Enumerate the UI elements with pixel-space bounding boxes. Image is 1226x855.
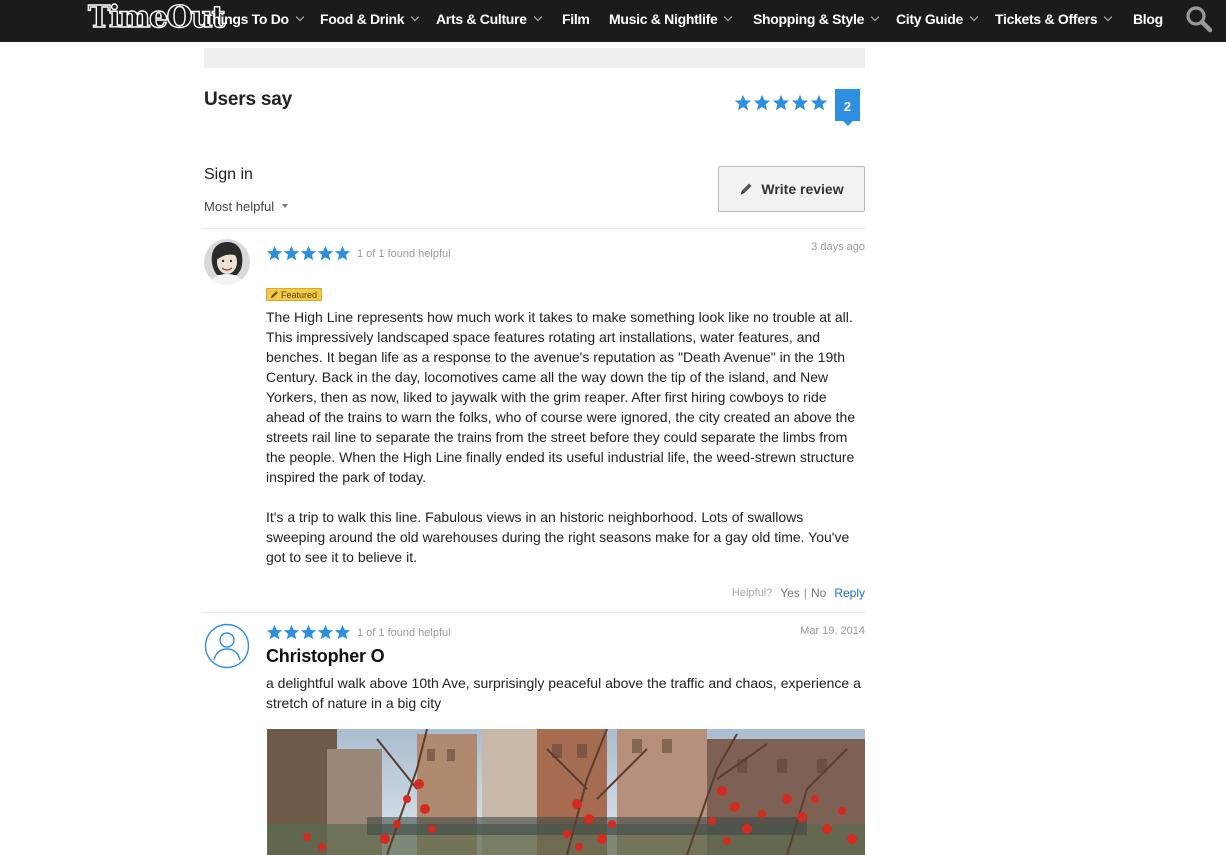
helpful-actions: Helpful? Yes | No Reply <box>732 586 865 600</box>
review-photo[interactable] <box>267 729 865 855</box>
review-rating-stars <box>266 245 351 262</box>
review-paragraph: The High Line represents how much work i… <box>266 309 856 485</box>
star-icon <box>772 94 790 111</box>
chevron-down-icon <box>724 12 733 22</box>
star-icon <box>266 624 283 640</box>
section-heading: Users say <box>204 89 292 110</box>
pencil-icon <box>270 291 278 299</box>
review-body: The High Line represents how much work i… <box>266 307 863 567</box>
star-icon <box>791 94 809 111</box>
overall-rating-stars <box>734 94 828 112</box>
user-photo <box>204 239 250 285</box>
sign-in-link[interactable]: Sign in <box>204 166 253 184</box>
star-icon <box>317 245 334 261</box>
star-icon <box>753 94 771 111</box>
star-icon <box>810 94 828 111</box>
nav-label: Blog <box>1133 11 1163 27</box>
sort-dropdown[interactable]: Most helpful <box>204 199 289 214</box>
chevron-down-icon <box>969 12 979 22</box>
review-body: a delightful walk above 10th Ave, surpri… <box>266 673 863 713</box>
nav-label: Tickets & Offers <box>995 11 1098 27</box>
chevron-down-icon <box>411 12 420 22</box>
nav-label: Things To Do <box>204 11 289 27</box>
review-rating-stars <box>266 624 351 641</box>
nav-label: Arts & Culture <box>436 11 527 27</box>
divider <box>204 228 865 229</box>
star-icon <box>283 245 300 261</box>
nav-item-food-drink[interactable]: Food & Drink <box>320 0 420 38</box>
separator: | <box>803 586 807 600</box>
star-icon <box>300 245 317 261</box>
nav-item-music-nightlife[interactable]: Music & Nightlife <box>609 0 733 38</box>
default-user-icon <box>204 623 250 669</box>
star-icon <box>734 94 752 111</box>
divider <box>204 612 865 613</box>
star-icon <box>334 245 351 261</box>
chevron-down-icon <box>1104 12 1113 22</box>
review-paragraph: a delightful walk above 10th Ave, surpri… <box>266 675 861 711</box>
user-avatar[interactable] <box>204 239 250 285</box>
write-review-button[interactable]: Write review <box>718 166 865 212</box>
nav-label: City Guide <box>896 11 964 27</box>
nav-label: Music & Nightlife <box>609 11 718 27</box>
star-icon <box>283 624 300 640</box>
sort-label: Most helpful <box>204 199 275 214</box>
star-icon <box>334 624 351 640</box>
star-icon <box>266 245 283 261</box>
featured-badge: Featured <box>266 288 323 301</box>
review-count-badge[interactable]: 2 <box>835 89 860 126</box>
nav-item-shopping-style[interactable]: Shopping & Style <box>753 0 880 38</box>
write-review-label: Write review <box>761 181 844 197</box>
nav-label: Film <box>562 11 590 27</box>
pencil-icon <box>740 183 752 195</box>
chevron-down-icon <box>870 12 880 22</box>
nav-label: Shopping & Style <box>753 11 865 27</box>
helpful-count: 1 of 1 found helpful <box>357 248 451 260</box>
content-placeholder-bar <box>204 48 865 68</box>
reply-link[interactable]: Reply <box>834 586 865 600</box>
nav-item-city-guide[interactable]: City Guide <box>896 0 979 38</box>
helpful-prompt: Helpful? <box>731 587 773 599</box>
user-avatar[interactable] <box>204 623 250 669</box>
nav-item-tickets-offers[interactable]: Tickets & Offers <box>995 0 1113 38</box>
star-icon <box>300 624 317 640</box>
nav-item-film[interactable]: Film <box>562 0 590 38</box>
reviewer-name[interactable]: Christopher O <box>266 646 385 667</box>
review-date: Mar 19, 2014 <box>800 625 865 637</box>
helpful-no-link[interactable]: No <box>811 586 826 600</box>
search-icon[interactable] <box>1185 5 1213 33</box>
nav-item-things-to-do[interactable]: Things To Do <box>204 0 305 38</box>
featured-label: Featured <box>281 289 318 300</box>
caret-down-icon <box>282 203 289 208</box>
helpful-yes-link[interactable]: Yes <box>780 586 800 600</box>
berries-photo <box>267 729 865 855</box>
helpful-count: 1 of 1 found helpful <box>357 627 451 639</box>
chevron-down-icon <box>533 12 542 22</box>
star-icon <box>317 624 334 640</box>
top-navigation-bar: TimeOut Things To Do Food & Drink Arts &… <box>0 0 1226 42</box>
nav-item-arts-culture[interactable]: Arts & Culture <box>436 0 542 38</box>
review-date: 3 days ago <box>811 241 865 253</box>
review-paragraph: It's a trip to walk this line. Fabulous … <box>266 509 850 565</box>
chevron-down-icon <box>295 12 305 22</box>
nav-label: Food & Drink <box>320 11 405 27</box>
nav-item-blog[interactable]: Blog <box>1133 0 1163 38</box>
